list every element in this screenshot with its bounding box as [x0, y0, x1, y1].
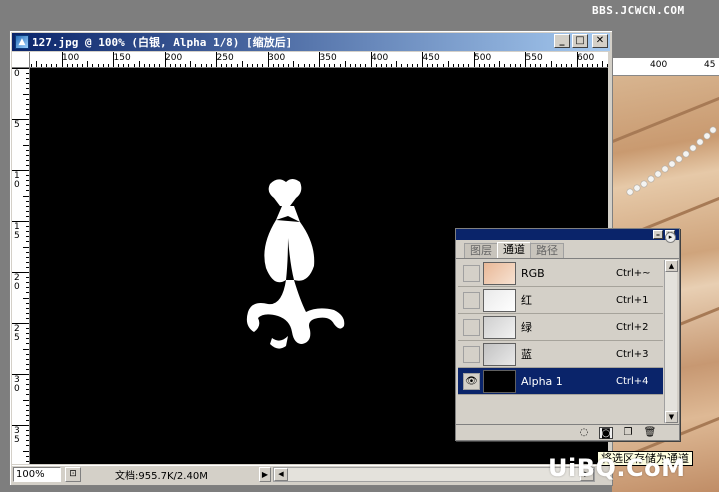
save-selection-icon[interactable]: ◙ — [599, 426, 613, 439]
v-ruler-label: 3 0 — [14, 375, 23, 394]
zoom-level-field[interactable]: 100% — [13, 467, 61, 482]
v-ruler-label: 1 0 — [14, 171, 23, 190]
h-ruler-label: 200 — [165, 53, 183, 63]
visibility-toggle[interactable] — [463, 345, 480, 363]
channel-row[interactable]: 蓝 Ctrl+3 — [458, 341, 663, 368]
scroll-left-arrow-icon[interactable]: ◀ — [274, 468, 288, 481]
new-channel-icon[interactable]: ❐ — [621, 427, 635, 439]
document-title: 127.jpg @ 100% (白银, Alpha 1/8) [缩放后] — [32, 36, 293, 49]
channel-thumbnail — [483, 261, 516, 285]
channel-list: RGB Ctrl+~ 红 Ctrl+1 绿 Ctrl+2 蓝 Ctrl+3 👁 Alpha 1 Ct… — [458, 260, 663, 423]
channel-name: Alpha 1 — [521, 374, 563, 388]
load-selection-icon[interactable]: ◌ — [577, 427, 591, 439]
channel-name: 红 — [521, 294, 532, 307]
visibility-toggle[interactable] — [463, 291, 480, 309]
vertical-ruler[interactable]: 051 01 52 02 53 03 54 0 — [12, 68, 30, 464]
channel-thumbnail — [483, 315, 516, 339]
panel-menu-icon[interactable]: ▸ — [665, 232, 676, 243]
alpha-channel-white-shape — [246, 179, 345, 349]
maximize-button[interactable]: □ — [572, 34, 588, 48]
pearl-necklace-graphic — [626, 126, 717, 196]
document-statusbar: 100% ⊡ 文档:955.7K/2.40M ▶ ◀ ▶ — [12, 465, 610, 483]
h-ruler-label: 400 — [371, 53, 389, 63]
v-ruler-label: 2 0 — [14, 273, 23, 292]
channel-shortcut: Ctrl+4 — [616, 375, 649, 387]
channel-row[interactable]: RGB Ctrl+~ — [458, 260, 663, 287]
visibility-toggle[interactable] — [463, 318, 480, 336]
panel-titlebar[interactable]: – ✕ — [456, 229, 679, 240]
visibility-toggle[interactable] — [463, 264, 480, 282]
document-titlebar[interactable]: ▲ 127.jpg @ 100% (白银, Alpha 1/8) [缩放后] _… — [12, 33, 610, 51]
h-ruler-label: 600 — [577, 53, 595, 63]
channel-name: RGB — [521, 266, 545, 280]
tab-channels[interactable]: 通道 — [497, 242, 531, 258]
channel-row[interactable]: 红 Ctrl+1 — [458, 287, 663, 314]
channel-thumbnail — [483, 342, 516, 366]
channel-shortcut: Ctrl+2 — [616, 321, 649, 333]
channels-panel[interactable]: – ✕ 图层 通道 路径 ▸ RGB Ctrl+~ 红 Ctrl+1 绿 Ctrl+2 蓝 C… — [455, 228, 680, 441]
channel-row[interactable]: 绿 Ctrl+2 — [458, 314, 663, 341]
tab-paths[interactable]: 路径 — [530, 243, 564, 258]
panel-minimize-button[interactable]: – — [653, 230, 663, 239]
horizontal-ruler[interactable]: 100 150 200 250 300 350 400 450 500 550 600 — [30, 52, 608, 68]
h-ruler-label: 350 — [319, 53, 337, 63]
bg-ruler-label: 400 — [650, 60, 668, 70]
document-size-info: 文档:955.7K/2.40M — [115, 471, 208, 482]
eye-visibility-icon[interactable]: 👁 — [463, 372, 480, 390]
v-ruler-label: 5 — [14, 120, 20, 130]
h-ruler-label: 300 — [268, 53, 286, 63]
v-ruler-label: 1 5 — [14, 222, 23, 241]
document-horizontal-scrollbar[interactable]: ◀ ▶ — [273, 467, 595, 482]
h-ruler-label: 100 — [62, 53, 80, 63]
watermark-logo: UiBQ.CoM — [548, 454, 686, 482]
channel-shortcut: Ctrl+~ — [616, 267, 651, 279]
close-button[interactable]: ✕ — [592, 34, 608, 48]
watermark-site-url: BBS.JCWCN.COM — [592, 4, 685, 17]
channel-row[interactable]: 👁 Alpha 1 Ctrl+4 — [458, 368, 663, 395]
channel-name: 绿 — [521, 321, 532, 334]
panel-vertical-scrollbar[interactable]: ▲ ▼ — [664, 260, 678, 423]
scroll-down-arrow-icon[interactable]: ▼ — [665, 411, 678, 423]
h-ruler-label: 450 — [422, 53, 440, 63]
channel-thumbnail — [483, 288, 516, 312]
v-ruler-label: 2 5 — [14, 324, 23, 343]
ruler-origin-corner[interactable] — [12, 52, 30, 68]
status-menu-arrow[interactable]: ▶ — [259, 467, 271, 482]
h-ruler-label: 150 — [113, 53, 131, 63]
channel-thumbnail — [483, 369, 516, 393]
bg-ruler-label: 45 — [704, 60, 716, 70]
h-ruler-label: 550 — [525, 53, 543, 63]
scroll-up-arrow-icon[interactable]: ▲ — [665, 260, 678, 272]
v-ruler-label: 3 5 — [14, 426, 23, 445]
delete-channel-icon[interactable]: 🗑 — [643, 427, 657, 439]
photoshop-document-icon: ▲ — [15, 35, 29, 49]
minimize-button[interactable]: _ — [554, 34, 570, 48]
channel-shortcut: Ctrl+3 — [616, 348, 649, 360]
background-horizontal-ruler: 400 45 — [612, 58, 719, 76]
channel-name: 蓝 — [521, 348, 532, 361]
h-ruler-label: 500 — [474, 53, 492, 63]
h-ruler-label: 250 — [216, 53, 234, 63]
tab-layers[interactable]: 图层 — [464, 243, 498, 258]
status-preview-icon[interactable]: ⊡ — [65, 467, 81, 482]
v-ruler-label: 0 — [14, 69, 20, 79]
channel-shortcut: Ctrl+1 — [616, 294, 649, 306]
panel-bottom-toolbar: ◌ ◙ ❐ 🗑 — [456, 424, 679, 440]
panel-tab-strip: 图层 通道 路径 — [456, 242, 679, 259]
